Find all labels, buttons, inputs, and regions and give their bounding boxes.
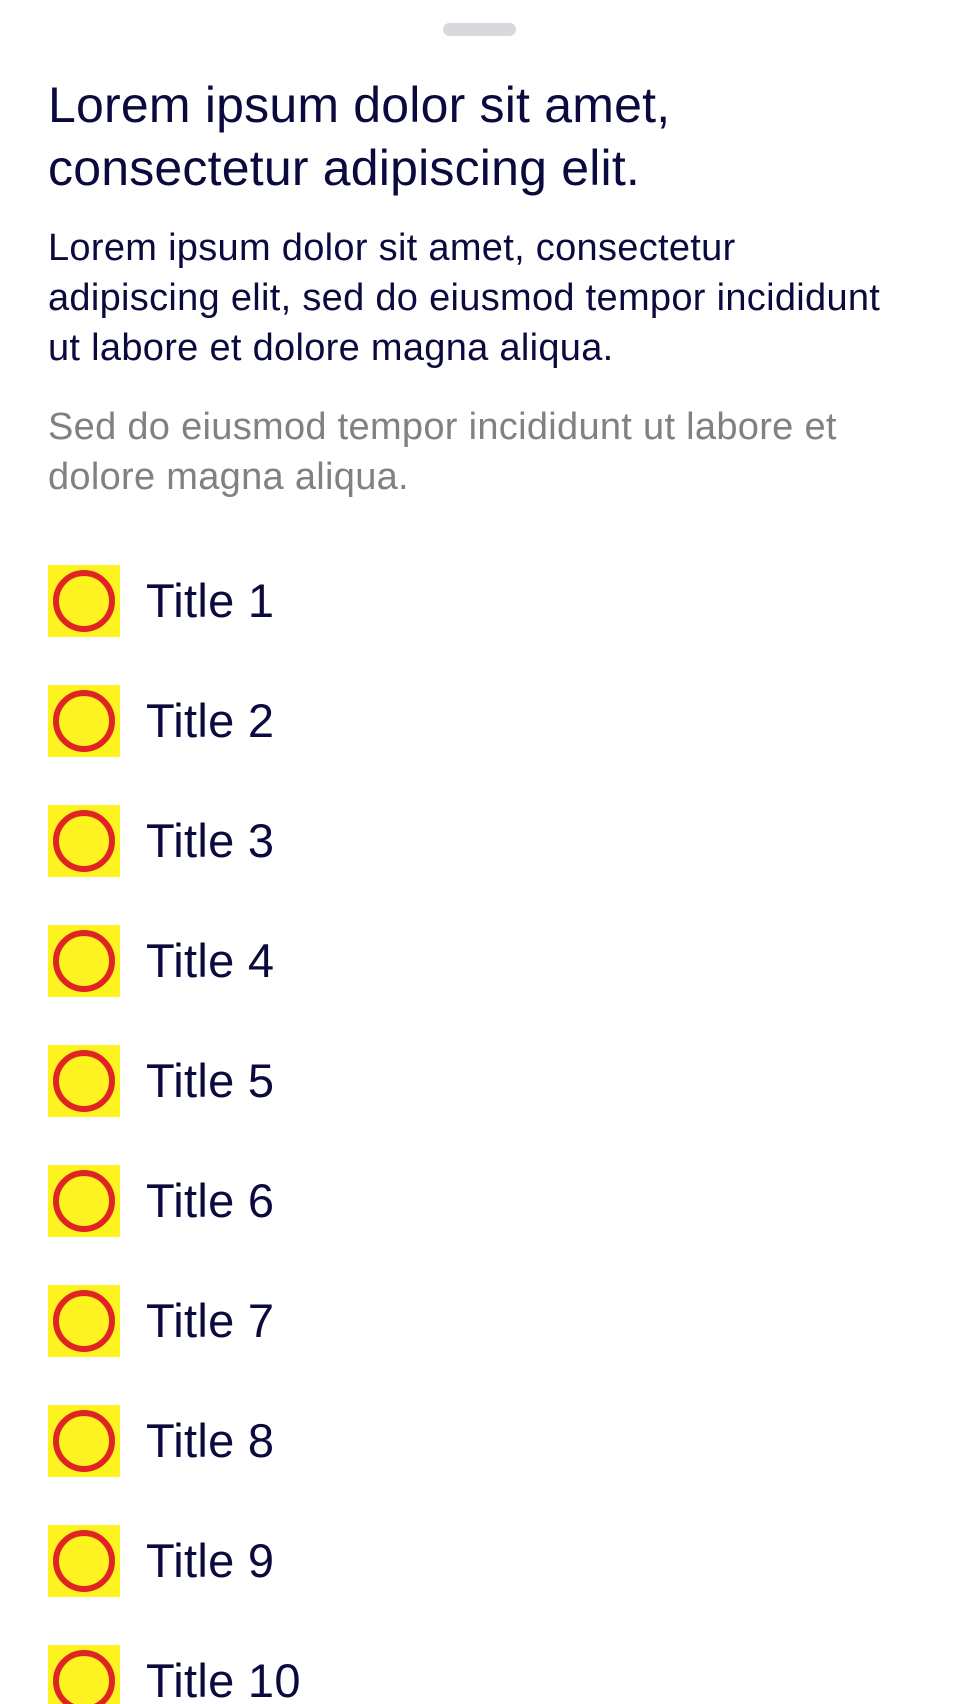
- circle-outline-icon: [48, 1285, 120, 1357]
- circle-outline-icon: [48, 1405, 120, 1477]
- secondary-description-text: Sed do eiusmod tempor incididunt ut labo…: [48, 406, 837, 498]
- list-item[interactable]: Title 8: [48, 1381, 908, 1501]
- list-item[interactable]: Title 1: [48, 541, 908, 661]
- list-item-title: Title 10: [146, 1654, 301, 1704]
- list-item-title: Title 4: [146, 934, 275, 987]
- list-item-title: Title 9: [146, 1534, 275, 1587]
- description-text: Lorem ipsum dolor sit amet, consectetur …: [48, 227, 881, 369]
- circle-outline-icon: [48, 565, 120, 637]
- circle-outline-icon: [48, 805, 120, 877]
- list-item[interactable]: Title 2: [48, 661, 908, 781]
- list-item-title: Title 2: [146, 694, 275, 747]
- list-item[interactable]: Title 10: [48, 1621, 908, 1704]
- list-item[interactable]: Title 5: [48, 1021, 908, 1141]
- list-item-title: Title 6: [146, 1174, 275, 1227]
- list-item[interactable]: Title 6: [48, 1141, 908, 1261]
- bottom-sheet: Lorem ipsum dolor sit amet, consectetur …: [0, 0, 960, 1704]
- list-item-title: Title 5: [146, 1054, 275, 1107]
- circle-outline-icon: [48, 1525, 120, 1597]
- sheet-grabber-handle[interactable]: [443, 23, 516, 36]
- circle-outline-icon: [48, 1045, 120, 1117]
- sheet-header: Lorem ipsum dolor sit amet, consectetur …: [48, 74, 908, 502]
- circle-outline-icon: [48, 685, 120, 757]
- list-item[interactable]: Title 9: [48, 1501, 908, 1621]
- list-item[interactable]: Title 3: [48, 781, 908, 901]
- list-item-title: Title 1: [146, 574, 275, 627]
- list-item[interactable]: Title 7: [48, 1261, 908, 1381]
- page-title: Lorem ipsum dolor sit amet, consectetur …: [48, 77, 671, 196]
- list-item[interactable]: Title 4: [48, 901, 908, 1021]
- circle-outline-icon: [48, 1645, 120, 1704]
- title-list: Title 1 Title 2 Title 3 Title 4 Title 5 …: [48, 541, 908, 1704]
- circle-outline-icon: [48, 925, 120, 997]
- list-item-title: Title 3: [146, 814, 275, 867]
- circle-outline-icon: [48, 1165, 120, 1237]
- list-item-title: Title 8: [146, 1414, 275, 1467]
- list-item-title: Title 7: [146, 1294, 275, 1347]
